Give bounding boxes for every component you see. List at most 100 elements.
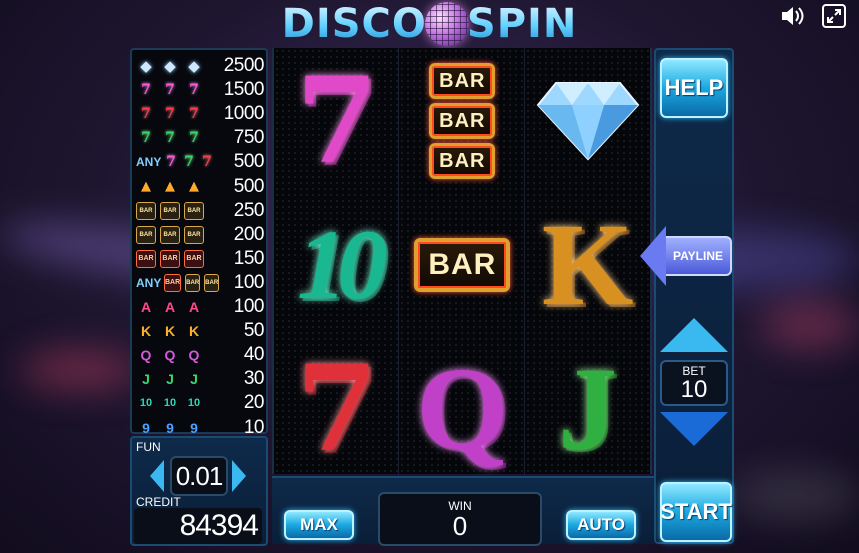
max-bet-button[interactable]: MAX	[284, 510, 354, 540]
reel-3: K J	[524, 48, 651, 474]
any-label: ANY	[136, 155, 162, 170]
title-left: DISCO	[281, 1, 427, 47]
paytable-row: 7 7 7 1500	[136, 78, 264, 102]
J-symbol-icon: J	[142, 371, 150, 388]
autoplay-button[interactable]: AUTO	[566, 510, 636, 540]
bar1-symbol-icon: BAR	[136, 249, 156, 268]
background-light	[760, 300, 859, 350]
payout-value: 1500	[223, 79, 265, 101]
any-label: ANY	[136, 275, 162, 290]
bet-decrease-button[interactable]	[660, 412, 728, 446]
bar3-symbol-icon: BAR	[136, 201, 156, 220]
K-symbol-icon: K	[188, 323, 200, 340]
payout-value: 1000	[223, 103, 265, 125]
payout-value: 250	[233, 199, 265, 221]
payout-value: 750	[233, 127, 265, 149]
coin-value-label: FUN	[136, 440, 161, 454]
7-green-symbol-icon: 7	[141, 130, 151, 147]
paytable-symbols: ANY BAR BAR BAR	[136, 273, 220, 292]
bar-tile: BAR	[429, 143, 496, 179]
seven-symbol: 7	[295, 51, 379, 190]
bet-increase-button[interactable]	[660, 318, 728, 352]
J-symbol-icon: J	[190, 371, 198, 388]
paytable-row: ◆ ◆ ◆ 2500	[136, 54, 264, 78]
paytable-row: 7 7 7 1000	[136, 102, 264, 126]
payout-value: 2500	[223, 55, 265, 76]
paytable-symbols: BAR BAR BAR	[136, 225, 214, 244]
payline-label: PAYLINE	[666, 236, 732, 276]
bar3-symbol-icon: BAR	[184, 201, 204, 220]
payout-value: 20	[243, 392, 265, 414]
paytable-symbols: 777	[136, 105, 214, 123]
single-bar-symbol: BAR	[414, 238, 511, 292]
payout-value: 100	[233, 271, 265, 293]
reel-1: 7 10 7	[274, 48, 400, 474]
9-symbol-icon: 9	[142, 419, 150, 436]
payout-value: 50	[243, 320, 265, 342]
win-display: WIN 0	[378, 492, 542, 546]
coin-decrease-button[interactable]	[150, 460, 164, 492]
help-button[interactable]: HELP	[660, 58, 728, 118]
A-symbol-icon: A	[164, 299, 176, 315]
coin-increase-button[interactable]	[232, 460, 246, 492]
paytable-row: BAR BAR BAR 200	[136, 223, 265, 247]
7-green-symbol-icon: 7	[184, 154, 194, 171]
bar2-symbol-icon: BAR	[136, 225, 156, 244]
bar1-symbol-icon: BAR	[160, 249, 180, 268]
credit-value: 84394	[134, 508, 262, 544]
J-symbol-icon: J	[166, 371, 174, 388]
9-symbol-icon: 9	[166, 419, 174, 436]
Q-symbol-icon: Q	[188, 347, 200, 364]
background-light	[20, 350, 140, 390]
bar2-symbol-icon: BAR	[185, 273, 201, 292]
background-light	[730, 470, 859, 520]
triple-bar-symbol: BAR BAR BAR	[429, 63, 496, 179]
paytable: ◆ ◆ ◆ 2500 7 7 7 1500 7 7 7 1000 7 7 7 750 ANY 7 7 7 500 ▲ ▲ ▲ 5…	[130, 48, 268, 438]
7-pink-symbol-icon: 7	[189, 82, 199, 99]
fullscreen-icon[interactable]	[822, 4, 846, 28]
reel-symbol: BAR BAR BAR	[399, 52, 525, 190]
paytable-symbols: KKK	[136, 322, 214, 340]
bar2-symbol-icon: BAR	[160, 225, 180, 244]
bet-display: BET 10	[660, 360, 728, 406]
reel-symbol: 10	[274, 196, 400, 334]
arrow-left-icon	[640, 226, 666, 286]
reel-2: BAR BAR BAR BAR Q	[399, 48, 525, 474]
diamond-symbol-icon: ◆	[188, 57, 200, 75]
win-value: 0	[452, 511, 468, 541]
7-green-symbol-icon: 7	[189, 130, 199, 147]
reel-symbol	[525, 52, 651, 190]
bar1-symbol-icon: BAR	[164, 273, 182, 292]
K-symbol-icon: K	[140, 323, 152, 340]
paytable-row: Q Q Q 40	[136, 343, 265, 367]
disco-ball-icon	[424, 2, 469, 46]
reel-symbol: BAR	[399, 196, 525, 334]
paytable-row: BAR BAR BAR 250	[136, 199, 265, 223]
right-control-panel	[654, 48, 734, 544]
K-symbol-icon: K	[164, 323, 176, 340]
A-symbol-icon: A	[140, 299, 152, 315]
10-symbol-icon: 10	[187, 397, 201, 410]
paytable-symbols: AAA	[136, 298, 214, 316]
credit-label: CREDIT	[136, 495, 181, 509]
7-pink-symbol-icon: 7	[165, 82, 175, 99]
paytable-symbols: ANY 7 7 7	[136, 153, 214, 171]
diamond-icon	[536, 82, 639, 161]
start-button[interactable]: START	[660, 482, 732, 542]
7-pink-symbol-icon: 7	[166, 154, 176, 171]
payout-value: 500	[233, 175, 265, 197]
payout-value: 40	[243, 344, 265, 366]
7-green-symbol-icon: 7	[165, 130, 175, 147]
Q-symbol-icon: Q	[164, 347, 176, 364]
7-red-symbol-icon: 7	[189, 106, 199, 123]
bar1-symbol-icon: BAR	[184, 249, 204, 268]
bell-symbol-icon: ▲	[141, 179, 151, 194]
coin-value: 0.01	[170, 456, 228, 496]
diamond-symbol-icon: ◆	[164, 57, 176, 75]
paytable-row: K K K 50	[136, 319, 265, 343]
paytable-symbols: QQQ	[136, 346, 214, 364]
paytable-row: J J J 30	[136, 367, 264, 391]
payline-indicator: PAYLINE	[640, 226, 732, 286]
speaker-icon[interactable]	[780, 4, 806, 28]
payout-value: 30	[243, 368, 265, 390]
